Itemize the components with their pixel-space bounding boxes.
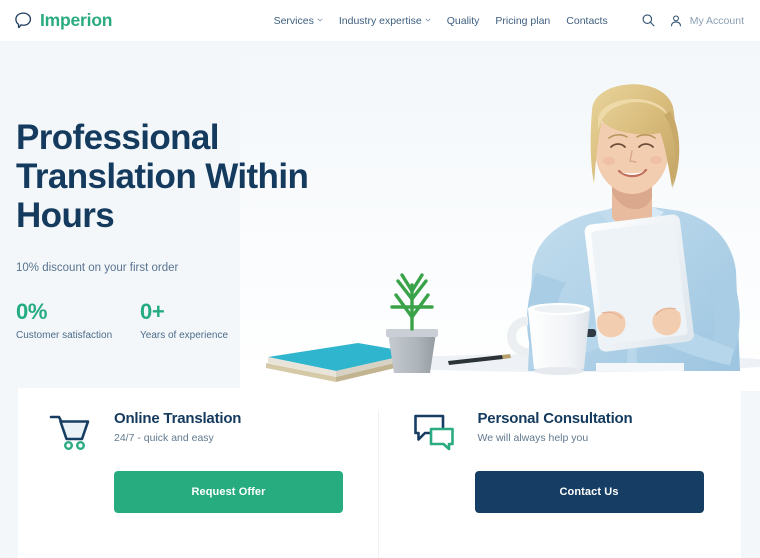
- nav-item-quality[interactable]: Quality: [447, 15, 480, 27]
- nav-item-industry-expertise[interactable]: Industry expertise: [339, 15, 431, 27]
- card-title: Online Translation: [114, 410, 242, 427]
- speech-bubble-icon: [14, 11, 33, 30]
- chevron-down-icon: [317, 17, 323, 23]
- page-title: Professional Translation Within Hours: [16, 118, 309, 235]
- chevron-down-icon: [425, 17, 431, 23]
- stat-label: Customer satisfaction: [16, 329, 113, 341]
- hero-copy: Professional Translation Within Hours 10…: [16, 118, 416, 341]
- card-text: Personal Consultation We will always hel…: [478, 410, 633, 444]
- stat-years-of-experience: 0+ Years of experience: [140, 298, 264, 341]
- shopping-cart-icon: [48, 412, 92, 452]
- header-actions: My Account: [640, 12, 744, 30]
- card-online-translation: Online Translation 24/7 - quick and easy…: [18, 410, 378, 558]
- main-navigation: Services Industry expertise Quality Pric…: [274, 12, 744, 30]
- search-icon[interactable]: [640, 12, 658, 30]
- service-cards-panel: Online Translation 24/7 - quick and easy…: [18, 388, 741, 558]
- my-account-label: My Account: [689, 14, 744, 27]
- chat-bubbles-icon: [412, 412, 456, 452]
- contact-us-button[interactable]: Contact Us: [474, 471, 704, 513]
- brand-name: Imperion: [40, 10, 113, 30]
- nav-item-label: Pricing plan: [495, 14, 551, 27]
- card-text: Online Translation 24/7 - quick and easy: [114, 410, 241, 444]
- stat-label: Years of experience: [140, 329, 229, 341]
- card-description: 24/7 - quick and easy: [114, 432, 214, 444]
- nav-item-pricing-plan[interactable]: Pricing plan: [495, 15, 550, 27]
- site-header: Imperion Services Industry expertise Qua…: [0, 0, 760, 41]
- nav-item-label: Quality: [446, 14, 480, 27]
- brand-logo[interactable]: Imperion: [14, 10, 112, 31]
- card-description: We will always help you: [477, 432, 589, 444]
- nav-item-contacts[interactable]: Contacts: [566, 15, 607, 27]
- card-title: Personal Consultation: [477, 410, 633, 427]
- nav-item-label: Industry expertise: [338, 14, 422, 27]
- hero-section: Professional Translation Within Hours 10…: [0, 41, 760, 558]
- nav-item-services[interactable]: Services: [274, 15, 323, 27]
- card-header: Online Translation 24/7 - quick and easy: [48, 410, 350, 452]
- card-header: Personal Consultation We will always hel…: [412, 410, 714, 452]
- stat-customer-satisfaction: 0% Customer satisfaction: [16, 298, 140, 341]
- nav-item-label: Contacts: [566, 14, 608, 27]
- stat-value: 0%: [16, 298, 48, 324]
- my-account-link[interactable]: My Account: [667, 12, 744, 30]
- nav-list: Services Industry expertise Quality Pric…: [274, 15, 608, 27]
- card-personal-consultation: Personal Consultation We will always hel…: [377, 410, 742, 558]
- hero-subtitle: 10% discount on your first order: [16, 261, 179, 274]
- hero-stats: 0% Customer satisfaction 0+ Years of exp…: [16, 298, 416, 341]
- nav-item-label: Services: [273, 14, 314, 27]
- person-icon: [667, 12, 685, 30]
- stat-value: 0+: [140, 298, 165, 324]
- request-offer-button[interactable]: Request Offer: [114, 471, 343, 513]
